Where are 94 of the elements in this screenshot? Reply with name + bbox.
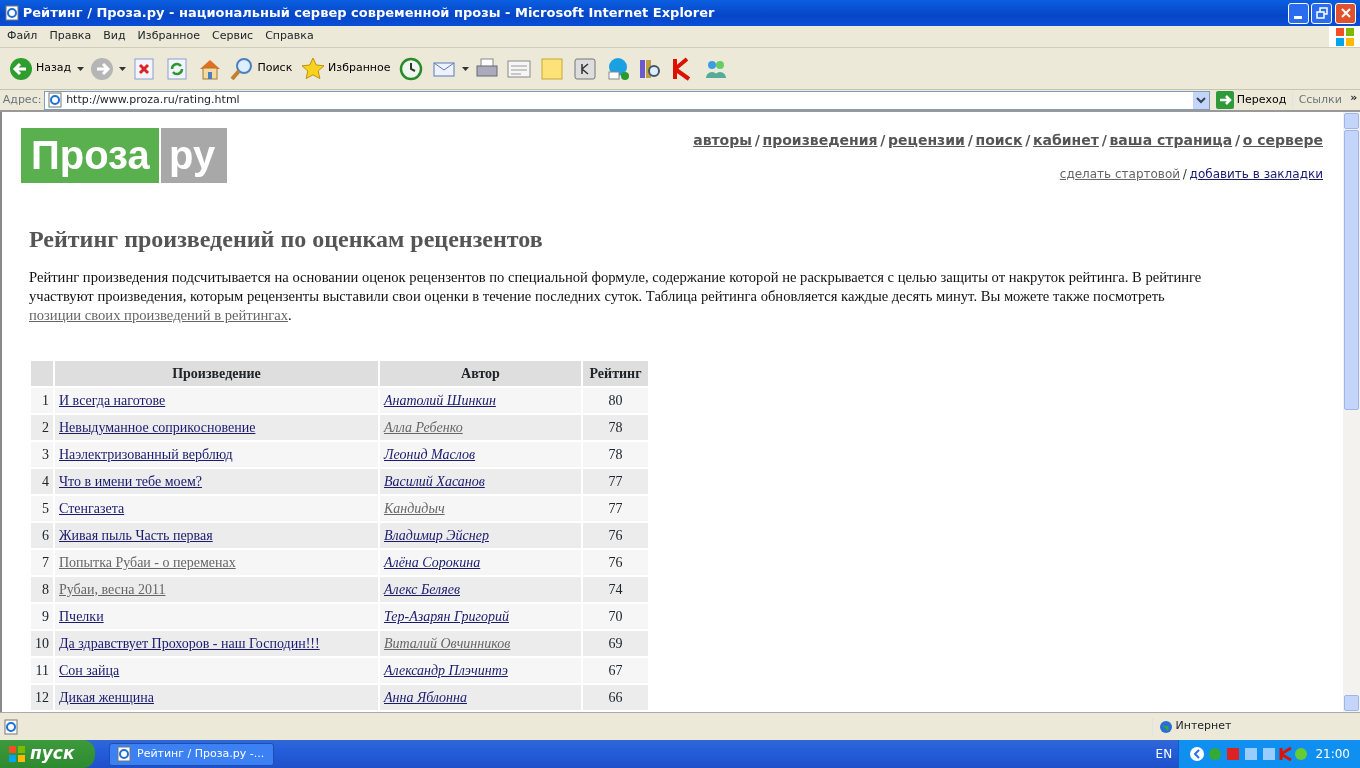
nav-link[interactable]: кабинет	[1033, 132, 1099, 148]
menu-item[interactable]: Вид	[98, 28, 131, 45]
rating-cell: 78	[583, 441, 648, 467]
more-chevron[interactable]: »	[1350, 90, 1358, 107]
clock: 21:00	[1315, 746, 1350, 763]
author-link[interactable]: Кандидыч	[384, 500, 445, 516]
rank-cell: 12	[31, 684, 53, 710]
rating-cell: 66	[583, 684, 648, 710]
rating-positions-link[interactable]: позиции своих произведений в рейтингах	[29, 306, 288, 323]
menu-item[interactable]: Файл	[2, 28, 43, 45]
separator: /	[1182, 167, 1187, 181]
close-icon	[1339, 7, 1352, 19]
rank-cell: 10	[31, 630, 53, 656]
rank-cell: 11	[31, 657, 53, 683]
rank-cell: 8	[31, 576, 53, 602]
menu-item[interactable]: Избранное	[132, 28, 206, 45]
intro-paragraph: Рейтинг произведения подсчитывается на основании оценок рецензентов по специальной формуле, содержание которой не раскрывается с целью защиты от накруток рейтинга. В рейтинге участвуют произведения, которым рецензенты выставили свои оценки в течение последних суток. Таблица рейтинга обновляется каждые десять минут. Вы можете также посмотреть позиции своих произведений в рейтингах.	[29, 267, 1203, 325]
rating-cell: 78	[583, 414, 648, 440]
toolbar-button[interactable]: Назад	[6, 51, 75, 86]
address-label: Адрес:	[2, 91, 42, 108]
address-field[interactable]: http://www.proza.ru/rating.html	[44, 90, 1210, 110]
rating-cell: 67	[583, 657, 648, 683]
rank-cell: 2	[31, 414, 53, 440]
page-icon	[4, 5, 20, 21]
tray-icons-drawing[interactable]	[1188, 745, 1309, 763]
dropdown-caret-icon[interactable]	[76, 66, 84, 71]
star-icon	[301, 56, 326, 81]
minimize-button[interactable]	[1287, 2, 1309, 24]
restore-button[interactable]	[1311, 2, 1333, 24]
column-header: Автор	[380, 360, 581, 386]
rating-cell: 80	[583, 387, 648, 413]
separator: /	[967, 132, 973, 148]
page-heading: Рейтинг произведений по оценкам рецензентов	[29, 225, 544, 254]
language-indicator[interactable]: EN	[1155, 745, 1173, 763]
rating-cell: 77	[583, 495, 648, 521]
dropdown-caret-icon[interactable]	[119, 66, 127, 71]
header-link[interactable]: добавить в закладки	[1189, 167, 1323, 181]
go-button[interactable]: Переход	[1212, 90, 1290, 110]
toolbar-button[interactable]: Избранное	[298, 51, 394, 86]
header-link[interactable]: сделать стартовой	[1059, 167, 1181, 181]
close-button[interactable]	[1335, 2, 1356, 24]
rating-cell: 76	[583, 549, 648, 575]
separator: /	[1025, 132, 1031, 148]
work-link[interactable]: Дикая женщина	[59, 689, 154, 705]
menu-item[interactable]: Справка	[260, 28, 319, 45]
rank-cell: 7	[31, 549, 53, 575]
rank-cell: 4	[31, 468, 53, 494]
nav-link[interactable]: авторы	[693, 132, 752, 148]
separator: /	[1101, 132, 1107, 148]
menu-item[interactable]: Сервис	[207, 28, 259, 45]
separator: /	[880, 132, 886, 148]
search-icon	[230, 56, 255, 81]
rating-cell: 76	[583, 522, 648, 548]
rank-cell: 6	[31, 522, 53, 548]
rating-cell: 77	[583, 468, 648, 494]
page-icon	[47, 92, 64, 108]
globe-icon	[1158, 719, 1173, 734]
separator: /	[1234, 132, 1241, 148]
rank-cell: 9	[31, 603, 53, 629]
scrollbar[interactable]	[1343, 112, 1360, 712]
nav-link[interactable]: поиск	[975, 132, 1023, 148]
page-icon	[116, 746, 132, 762]
nav-link[interactable]: о сервере	[1242, 132, 1323, 148]
rating-cell: 69	[583, 630, 648, 656]
dropdown-caret-icon[interactable]	[1193, 91, 1209, 109]
restore-icon	[1315, 7, 1328, 19]
work-link[interactable]: Стенгазета	[59, 500, 125, 516]
work-link[interactable]: Пчелки	[59, 608, 104, 624]
separator: /	[754, 132, 760, 148]
rank-cell: 1	[31, 387, 53, 413]
column-header: Произведение	[55, 360, 378, 386]
work-link[interactable]: Сон зайца	[59, 662, 120, 678]
rating-cell: 70	[583, 603, 648, 629]
toolbar-button[interactable]: Поиск	[227, 51, 296, 86]
nav-link[interactable]: произведения	[762, 132, 878, 148]
right-arrow-icon	[1215, 91, 1234, 109]
windows-flag-icon	[1334, 25, 1355, 48]
page-icon	[2, 718, 19, 735]
dropdown-caret-icon[interactable]	[461, 66, 469, 71]
taskbar-window-button[interactable]: Рейтинг / Проза.ру -...	[109, 742, 274, 766]
rank-cell: 5	[31, 495, 53, 521]
column-header: Рейтинг	[583, 360, 648, 386]
nav-link[interactable]: ваша страница	[1109, 132, 1233, 148]
zone-label: Интернет	[1175, 718, 1232, 735]
nav-link[interactable]: рецензии	[888, 132, 965, 148]
window-title: Рейтинг / Проза.ру - национальный сервер современной прозы - Microsoft Internet Explorer	[22, 4, 716, 23]
rating-cell: 74	[583, 576, 648, 602]
header-cell	[31, 360, 53, 386]
minimize-icon	[1294, 15, 1302, 19]
rank-cell: 3	[31, 441, 53, 467]
start-button[interactable]: пуск	[0, 740, 95, 768]
windows-flag-icon	[8, 745, 26, 763]
menu-item[interactable]: Правка	[44, 28, 97, 45]
links-label[interactable]: Ссылки	[1292, 91, 1348, 109]
